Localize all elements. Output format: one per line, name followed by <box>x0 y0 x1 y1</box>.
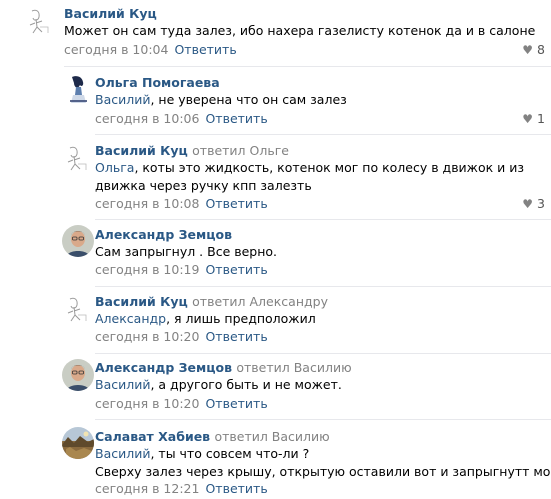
comment-text-line: Может он сам туда залез, ибо нахера газе… <box>64 23 536 38</box>
comment-text-line: , ты что совсем что-ли ? <box>150 446 310 461</box>
comment-time[interactable]: сегодня в 12:21 <box>95 481 199 496</box>
like-button[interactable]: ♥ 8 <box>522 42 545 57</box>
like-button[interactable]: ♥ 1 <box>522 111 545 126</box>
avatar[interactable] <box>62 427 94 459</box>
reply-button[interactable]: Ответить <box>205 111 267 126</box>
comment-author[interactable]: Ольга Помогаева <box>95 75 220 90</box>
comment-time[interactable]: сегодня в 10:08 <box>95 196 199 211</box>
reply-button[interactable]: Ответить <box>174 42 236 57</box>
comment-text: Василий, ты что совсем что-ли ? Сверху з… <box>95 445 551 481</box>
comment-text: Может он сам туда залез, ибо нахера газе… <box>64 22 535 40</box>
divider <box>95 134 551 135</box>
comment-meta: сегодня в 12:21 Ответить <box>95 481 268 496</box>
comment-author[interactable]: Салават Хабиев ответил Василию <box>95 429 330 444</box>
divider <box>64 66 551 67</box>
avatar[interactable] <box>62 293 94 325</box>
comment-text-line: Сверху залез через крышу, открытую остав… <box>95 464 551 479</box>
author-name[interactable]: Салават Хабиев <box>95 429 210 444</box>
author-name[interactable]: Александр Земцов <box>95 227 232 242</box>
reply-button[interactable]: Ответить <box>205 481 267 496</box>
mention-link[interactable]: Василий <box>95 92 150 107</box>
comment-author[interactable]: Василий Куц ответил Александру <box>95 294 328 309</box>
author-name[interactable]: Ольга Помогаева <box>95 75 220 90</box>
comment-time[interactable]: сегодня в 10:20 <box>95 396 199 411</box>
comment-text: Ольга, коты это жидкость, котенок мог по… <box>95 159 524 195</box>
comment-time[interactable]: сегодня в 10:06 <box>95 111 199 126</box>
divider <box>95 219 551 220</box>
comment-text-line: , не уверена что он сам залез <box>150 92 347 107</box>
comment-text-line: , коты это жидкость, котенок мог по коле… <box>134 160 524 175</box>
heart-icon: ♥ <box>522 43 534 57</box>
comment-author[interactable]: Василий Куц <box>64 6 157 21</box>
author-name[interactable]: Василий Куц <box>95 294 188 309</box>
comment-time[interactable]: сегодня в 10:20 <box>95 329 199 344</box>
author-name[interactable]: Александр Земцов <box>95 360 232 375</box>
comment-author[interactable]: Александр Земцов <box>95 227 232 242</box>
sketch-avatar-icon <box>67 146 87 171</box>
girl-avatar-icon <box>62 73 94 105</box>
reply-button[interactable]: Ответить <box>205 396 267 411</box>
comment-text: Василий, а другого быть и не может. <box>95 376 342 394</box>
comment-text: Александр, я лишь предположил <box>95 310 316 328</box>
reply-button[interactable]: Ответить <box>205 329 267 344</box>
divider <box>95 419 551 420</box>
comment-meta: сегодня в 10:08 Ответить <box>95 196 268 211</box>
comment-meta: сегодня в 10:20 Ответить <box>95 329 268 344</box>
landscape-avatar-icon <box>62 427 94 459</box>
comment-author[interactable]: Василий Куц ответил Ольге <box>95 143 289 158</box>
avatar[interactable] <box>62 359 94 391</box>
comment-text: Сам запрыгнул . Все верно. <box>95 243 277 261</box>
reply-button[interactable]: Ответить <box>205 262 267 277</box>
mention-link[interactable]: Ольга <box>95 160 134 175</box>
like-count: 3 <box>537 196 545 211</box>
like-button[interactable]: ♥ 3 <box>522 196 545 211</box>
author-name[interactable]: Василий Куц <box>95 143 188 158</box>
comment-text-line: , а другого быть и не может. <box>150 377 342 392</box>
reply-relation[interactable]: ответил Александру <box>192 294 328 309</box>
heart-icon: ♥ <box>522 197 534 211</box>
photo-avatar-icon <box>62 225 94 257</box>
divider <box>95 353 551 354</box>
comment-text-line: , я лишь предположил <box>166 311 316 326</box>
comment-author[interactable]: Александр Земцов ответил Василию <box>95 360 352 375</box>
mention-link[interactable]: Александр <box>95 311 166 326</box>
like-count: 1 <box>537 111 545 126</box>
avatar[interactable] <box>62 225 94 257</box>
photo-avatar-icon <box>62 359 94 391</box>
comment-meta: сегодня в 10:06 Ответить <box>95 111 268 126</box>
avatar[interactable] <box>24 5 56 37</box>
avatar[interactable] <box>62 142 94 174</box>
mention-link[interactable]: Василий <box>95 377 150 392</box>
comment-time[interactable]: сегодня в 10:19 <box>95 262 199 277</box>
reply-relation[interactable]: ответил Василию <box>214 429 329 444</box>
reply-relation[interactable]: ответил Василию <box>236 360 351 375</box>
comment-meta: сегодня в 10:19 Ответить <box>95 262 268 277</box>
comment-meta: сегодня в 10:20 Ответить <box>95 396 268 411</box>
sketch-avatar-icon <box>29 9 49 34</box>
comment-text: Василий, не уверена что он сам залез <box>95 91 347 109</box>
like-count: 8 <box>537 42 545 57</box>
sketch-avatar-icon <box>67 297 87 322</box>
divider <box>95 286 551 287</box>
comment-time[interactable]: сегодня в 10:04 <box>64 42 168 57</box>
avatar[interactable] <box>62 73 94 105</box>
comment-meta: сегодня в 10:04 Ответить <box>64 42 237 57</box>
author-name[interactable]: Василий Куц <box>64 6 157 21</box>
comment-text-line: движка через ручку кпп залезть <box>95 178 312 193</box>
mention-link[interactable]: Василий <box>95 446 150 461</box>
comment-text-line: Сам запрыгнул . Все верно. <box>95 244 278 259</box>
heart-icon: ♥ <box>522 112 534 126</box>
reply-relation[interactable]: ответил Ольге <box>192 143 289 158</box>
reply-button[interactable]: Ответить <box>205 196 267 211</box>
